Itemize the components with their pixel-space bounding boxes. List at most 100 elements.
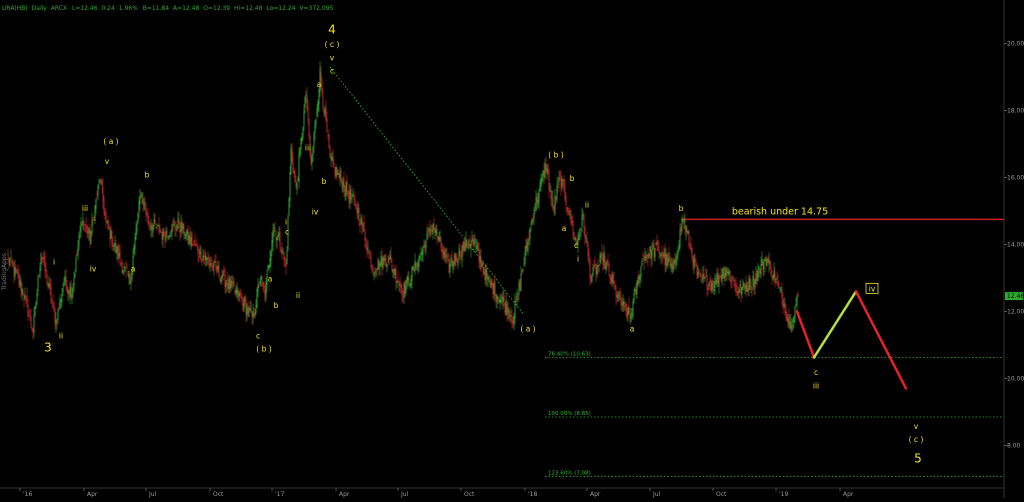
candle-body: [636, 281, 638, 295]
candle-body: [701, 279, 703, 280]
candle: [75, 254, 77, 273]
candle-body: [282, 250, 284, 251]
wave-label: ( a ): [103, 137, 118, 146]
candle: [330, 153, 332, 168]
candle: [700, 268, 702, 284]
candle-body: [732, 280, 734, 281]
candle: [170, 229, 172, 237]
candle: [542, 169, 544, 183]
candle: [478, 242, 480, 268]
candle-body: [385, 258, 387, 267]
candle: [516, 288, 518, 307]
candle: [499, 293, 501, 310]
candle-body: [27, 304, 29, 318]
candle-body: [22, 289, 24, 296]
candle-body: [797, 293, 799, 297]
candle-body: [156, 224, 158, 227]
candle: [529, 227, 531, 247]
candle-body: [447, 259, 449, 261]
candle-body: [210, 262, 212, 266]
candle: [118, 245, 120, 259]
candle-body: [593, 265, 595, 268]
candle: [534, 203, 536, 215]
candle-body: [471, 238, 473, 242]
candle: [164, 231, 166, 248]
candle-body: [683, 219, 685, 222]
candle-body: [469, 243, 471, 248]
candle: [399, 276, 401, 294]
candle: [752, 270, 754, 291]
candle: [270, 249, 272, 267]
candle-body: [646, 254, 648, 258]
candle-body: [114, 242, 116, 247]
candle: [268, 264, 270, 270]
candle-body: [48, 283, 50, 288]
candle: [241, 293, 243, 306]
candle: [627, 306, 629, 322]
candle-body: [700, 272, 702, 276]
candle: [79, 225, 81, 239]
candle: [122, 269, 124, 276]
wave-label: c: [574, 241, 578, 250]
candle: [338, 170, 340, 180]
candle: [276, 236, 278, 249]
candle: [49, 278, 51, 296]
candle-body: [538, 190, 540, 202]
candle: [681, 214, 683, 235]
candle-body: [661, 251, 663, 257]
candle-body: [69, 286, 71, 297]
candle-body: [245, 299, 247, 315]
candle-body: [510, 314, 512, 318]
candle: [315, 118, 317, 130]
candle: [624, 301, 626, 311]
candle: [756, 269, 758, 288]
candle: [615, 285, 617, 306]
candle: [734, 279, 736, 292]
candle: [601, 244, 603, 261]
header-volume: V=372,095: [299, 5, 333, 12]
candle-body: [215, 261, 217, 269]
wave-label: ii: [585, 201, 589, 210]
candle: [375, 268, 377, 279]
candle-body: [293, 171, 295, 174]
candle: [137, 212, 139, 224]
candle: [626, 303, 628, 322]
candle: [365, 237, 367, 250]
candle: [114, 234, 116, 253]
candle: [21, 282, 23, 301]
candle: [147, 207, 149, 226]
candle: [173, 217, 175, 228]
candle-body: [610, 277, 612, 283]
candle: [393, 264, 395, 279]
candle-body: [21, 287, 23, 294]
candle-body: [323, 108, 325, 115]
candle-body: [720, 274, 722, 280]
candle-body: [277, 235, 279, 238]
candle-body: [240, 297, 242, 299]
candle-body: [547, 165, 549, 174]
candle-body: [168, 235, 170, 239]
candle-body: [556, 185, 558, 200]
candle-body: [573, 232, 575, 239]
candle: [642, 251, 644, 262]
candle-body: [85, 224, 87, 226]
candle-body: [358, 207, 360, 222]
elliott-wave-chart[interactable]: 20.0018.0016.0014.0012.0010.008.00 '16 Ap…: [0, 0, 1024, 498]
candle-body: [429, 226, 431, 234]
candle-body: [55, 320, 57, 325]
candle-body: [50, 286, 52, 302]
candle-body: [363, 221, 365, 232]
candle: [332, 148, 334, 168]
candle: [617, 290, 619, 302]
candle-body: [269, 258, 271, 267]
candle: [472, 235, 474, 247]
candle: [786, 311, 788, 322]
candle-body: [368, 250, 370, 252]
candle-body: [426, 233, 428, 241]
candle: [62, 282, 64, 297]
candle-body: [44, 255, 46, 271]
candle-body: [66, 285, 68, 293]
candle: [20, 276, 22, 298]
candle-body: [311, 156, 313, 163]
candle: [777, 273, 779, 289]
